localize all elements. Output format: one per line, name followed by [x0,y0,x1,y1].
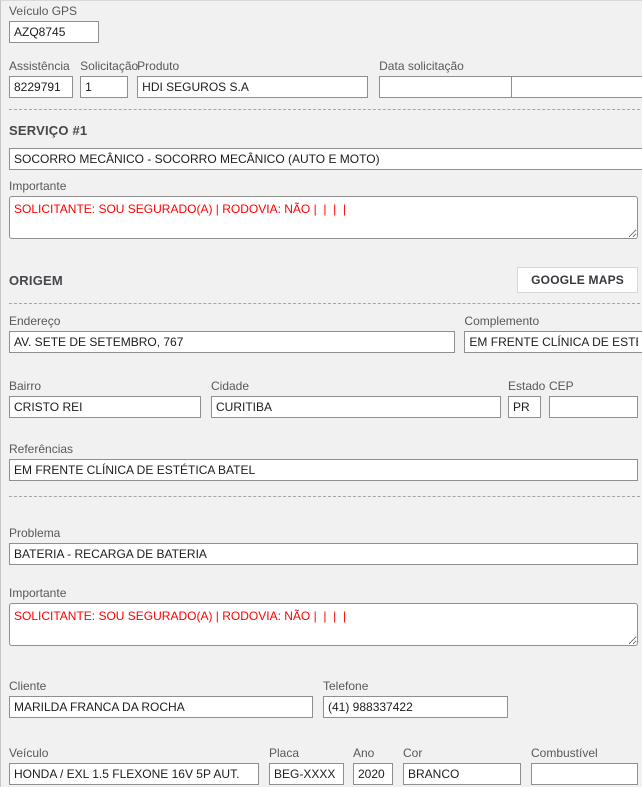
google-maps-button[interactable]: GOOGLE MAPS [517,267,638,293]
color-input[interactable] [403,763,521,785]
vehicle-gps-row: Veículo GPS [1,5,642,43]
city-label: Cidade [211,380,501,393]
assistance-row: Assistência Solicitação Produto Data sol… [1,60,642,98]
solicitation-field: Solicitação [80,60,128,98]
vehicle-model-field: Veículo [9,747,259,785]
complement-field: Complemento [464,315,642,353]
fuel-label: Combustível [531,747,638,760]
problem-label: Problema [9,527,638,540]
product-field: Produto [137,60,368,98]
state-label: Estado [508,380,541,393]
client-label: Cliente [9,680,313,693]
solicitation-label: Solicitação [80,60,128,73]
address-label: Endereço [9,315,455,328]
address-field: Endereço [9,315,455,353]
city-input[interactable] [211,396,501,418]
plate-input[interactable] [269,763,344,785]
service-type-row [1,148,642,170]
vehicle-model-label: Veículo [9,747,259,760]
separator [9,496,640,497]
service-form-panel: Veículo GPS Assistência Solicitação Prod… [0,0,642,787]
origin-heading: ORIGEM [9,273,63,288]
service-important-label: Importante [9,180,638,193]
zip-field: CEP [549,380,638,418]
references-input[interactable] [9,459,638,481]
district-field: Bairro [9,380,201,418]
service-important-textarea[interactable] [9,196,638,239]
assistance-label: Assistência [9,60,73,73]
request-date-pair [379,76,642,98]
problem-important-textarea[interactable] [9,603,638,646]
district-row: Bairro Cidade Estado CEP [1,380,642,418]
address-row: Endereço Complemento [1,315,642,353]
year-field: Ano [353,747,393,785]
problem-important-row: Importante [1,587,642,646]
problem-important-field: Importante [9,587,638,646]
assistance-field: Assistência [9,60,73,98]
city-field: Cidade [211,380,501,418]
vehicle-gps-input[interactable] [9,21,99,43]
problem-important-label: Importante [9,587,638,600]
plate-label: Placa [269,747,344,760]
customer-row: Cliente Telefone [1,680,642,718]
client-field: Cliente [9,680,313,718]
request-date-input[interactable] [379,76,511,98]
service-heading-row: SERVIÇO #1 [1,123,642,138]
complement-input[interactable] [464,331,642,353]
references-row: Referências [1,443,642,481]
assistance-input[interactable] [9,76,73,98]
color-label: Cor [403,747,521,760]
service-heading: SERVIÇO #1 [9,123,87,138]
color-field: Cor [403,747,521,785]
state-input[interactable] [508,396,541,418]
vehicle-gps-label: Veículo GPS [9,5,99,18]
fuel-field: Combustível [531,747,638,785]
service-type-input[interactable] [9,148,642,170]
client-input[interactable] [9,696,313,718]
product-label: Produto [137,60,368,73]
phone-input[interactable] [323,696,508,718]
request-date-field: Data solicitação [379,60,642,98]
service-important-field: Importante [9,180,638,239]
phone-field: Telefone [323,680,508,718]
year-label: Ano [353,747,393,760]
district-input[interactable] [9,396,201,418]
problem-field: Problema [9,527,638,565]
references-label: Referências [9,443,638,456]
request-time-input[interactable] [511,76,642,98]
service-important-row: Importante [1,180,642,239]
vehicle-model-input[interactable] [9,763,259,785]
product-input[interactable] [137,76,368,98]
district-label: Bairro [9,380,201,393]
state-field: Estado [508,380,541,418]
problem-row: Problema [1,527,642,565]
references-field: Referências [9,443,638,481]
problem-input[interactable] [9,543,638,565]
separator [9,303,640,304]
address-input[interactable] [9,331,455,353]
separator [9,109,640,110]
year-input[interactable] [353,763,393,785]
origin-heading-row: ORIGEM GOOGLE MAPS [1,267,638,293]
request-date-label: Data solicitação [379,60,642,73]
plate-field: Placa [269,747,344,785]
complement-label: Complemento [464,315,642,328]
zip-input[interactable] [549,396,638,418]
phone-label: Telefone [323,680,508,693]
fuel-input[interactable] [531,763,638,785]
vehicle-gps-field: Veículo GPS [9,5,99,43]
vehicle-row: Veículo Placa Ano Cor Combustível [1,747,642,785]
solicitation-input[interactable] [80,76,128,98]
zip-label: CEP [549,380,638,393]
